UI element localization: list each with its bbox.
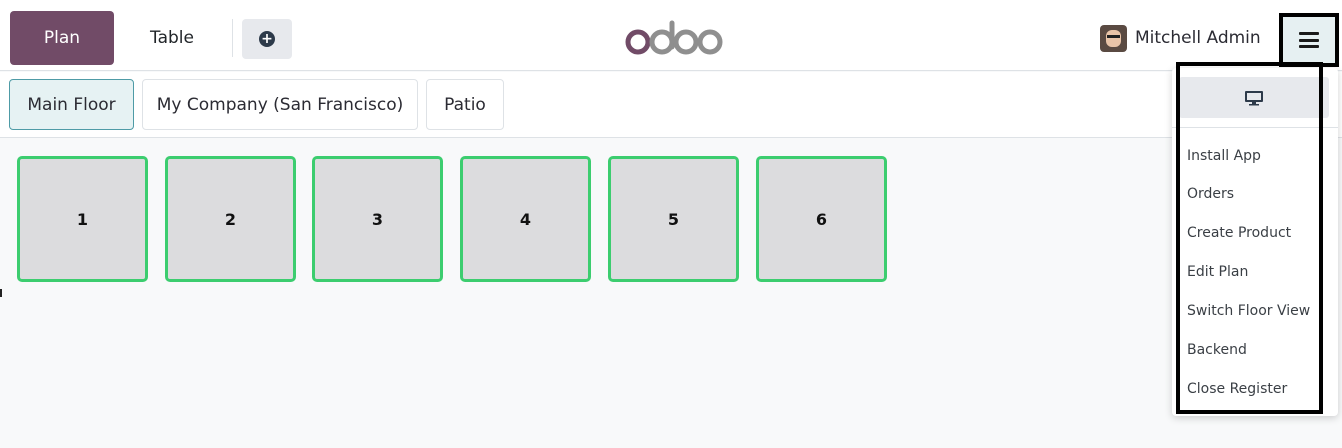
menu-item-orders[interactable]: Orders <box>1187 183 1234 205</box>
table-1[interactable]: 1 <box>17 156 148 282</box>
top-navbar: Plan Table + Mitchell Admin <box>0 5 1342 71</box>
menu-toggle-button[interactable] <box>1279 13 1339 67</box>
menu-item-install-app[interactable]: Install App <box>1187 145 1261 167</box>
floor-tabs: Main Floor My Company (San Francisco) Pa… <box>0 72 1342 138</box>
table-6[interactable]: 6 <box>756 156 887 282</box>
table-button[interactable]: Table <box>124 11 220 65</box>
menu-item-create-product[interactable]: Create Product <box>1187 222 1291 244</box>
table-4[interactable]: 4 <box>460 156 591 282</box>
table-5[interactable]: 5 <box>608 156 739 282</box>
monitor-icon <box>1245 90 1263 105</box>
menu-item-backend[interactable]: Backend <box>1187 339 1247 361</box>
customer-display-button[interactable] <box>1179 77 1329 118</box>
navbar-divider <box>232 19 233 57</box>
menu-item-edit-plan[interactable]: Edit Plan <box>1187 261 1248 283</box>
plan-button[interactable]: Plan <box>10 11 114 65</box>
table-2[interactable]: 2 <box>165 156 296 282</box>
edge-marker <box>0 289 2 297</box>
hamburger-icon <box>1299 32 1319 48</box>
menu-divider <box>1172 127 1338 128</box>
user-menu[interactable]: Mitchell Admin <box>1100 23 1261 53</box>
table-3[interactable]: 3 <box>312 156 443 282</box>
floor-tab-patio[interactable]: Patio <box>426 79 504 130</box>
odoo-logo <box>625 20 723 55</box>
floor-tab-main-floor[interactable]: Main Floor <box>9 79 134 130</box>
avatar <box>1100 24 1127 52</box>
menu-item-close-register[interactable]: Close Register <box>1187 378 1287 400</box>
plus-circle-icon: + <box>259 31 275 47</box>
add-button[interactable]: + <box>242 19 292 59</box>
user-name: Mitchell Admin <box>1135 28 1261 48</box>
floor-tab-my-company[interactable]: My Company (San Francisco) <box>142 79 418 130</box>
menu-item-switch-floor-view[interactable]: Switch Floor View <box>1187 300 1310 322</box>
